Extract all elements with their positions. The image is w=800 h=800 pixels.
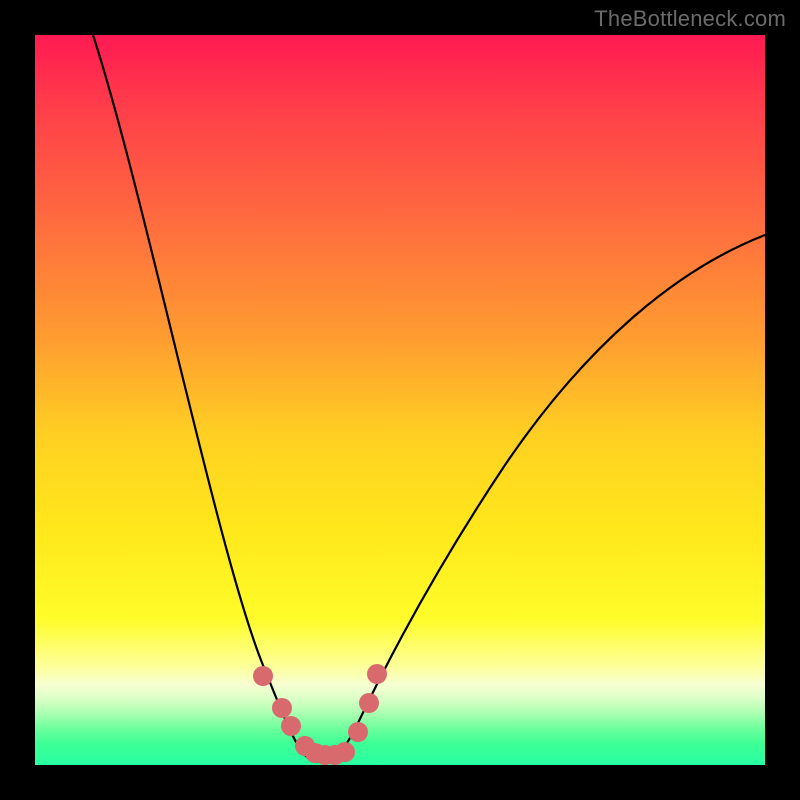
highlight-dot [367, 664, 387, 684]
highlight-dot [253, 666, 273, 686]
chart-svg [35, 35, 765, 765]
highlight-dot [348, 722, 368, 742]
bottleneck-curve [93, 35, 765, 762]
highlight-dots-group [253, 664, 387, 765]
highlight-dot [272, 698, 292, 718]
highlight-dot [281, 716, 301, 736]
highlight-dot [359, 693, 379, 713]
plot-area [35, 35, 765, 765]
highlight-dot [335, 742, 355, 762]
chart-frame: TheBottleneck.com [0, 0, 800, 800]
watermark-text: TheBottleneck.com [594, 6, 786, 32]
